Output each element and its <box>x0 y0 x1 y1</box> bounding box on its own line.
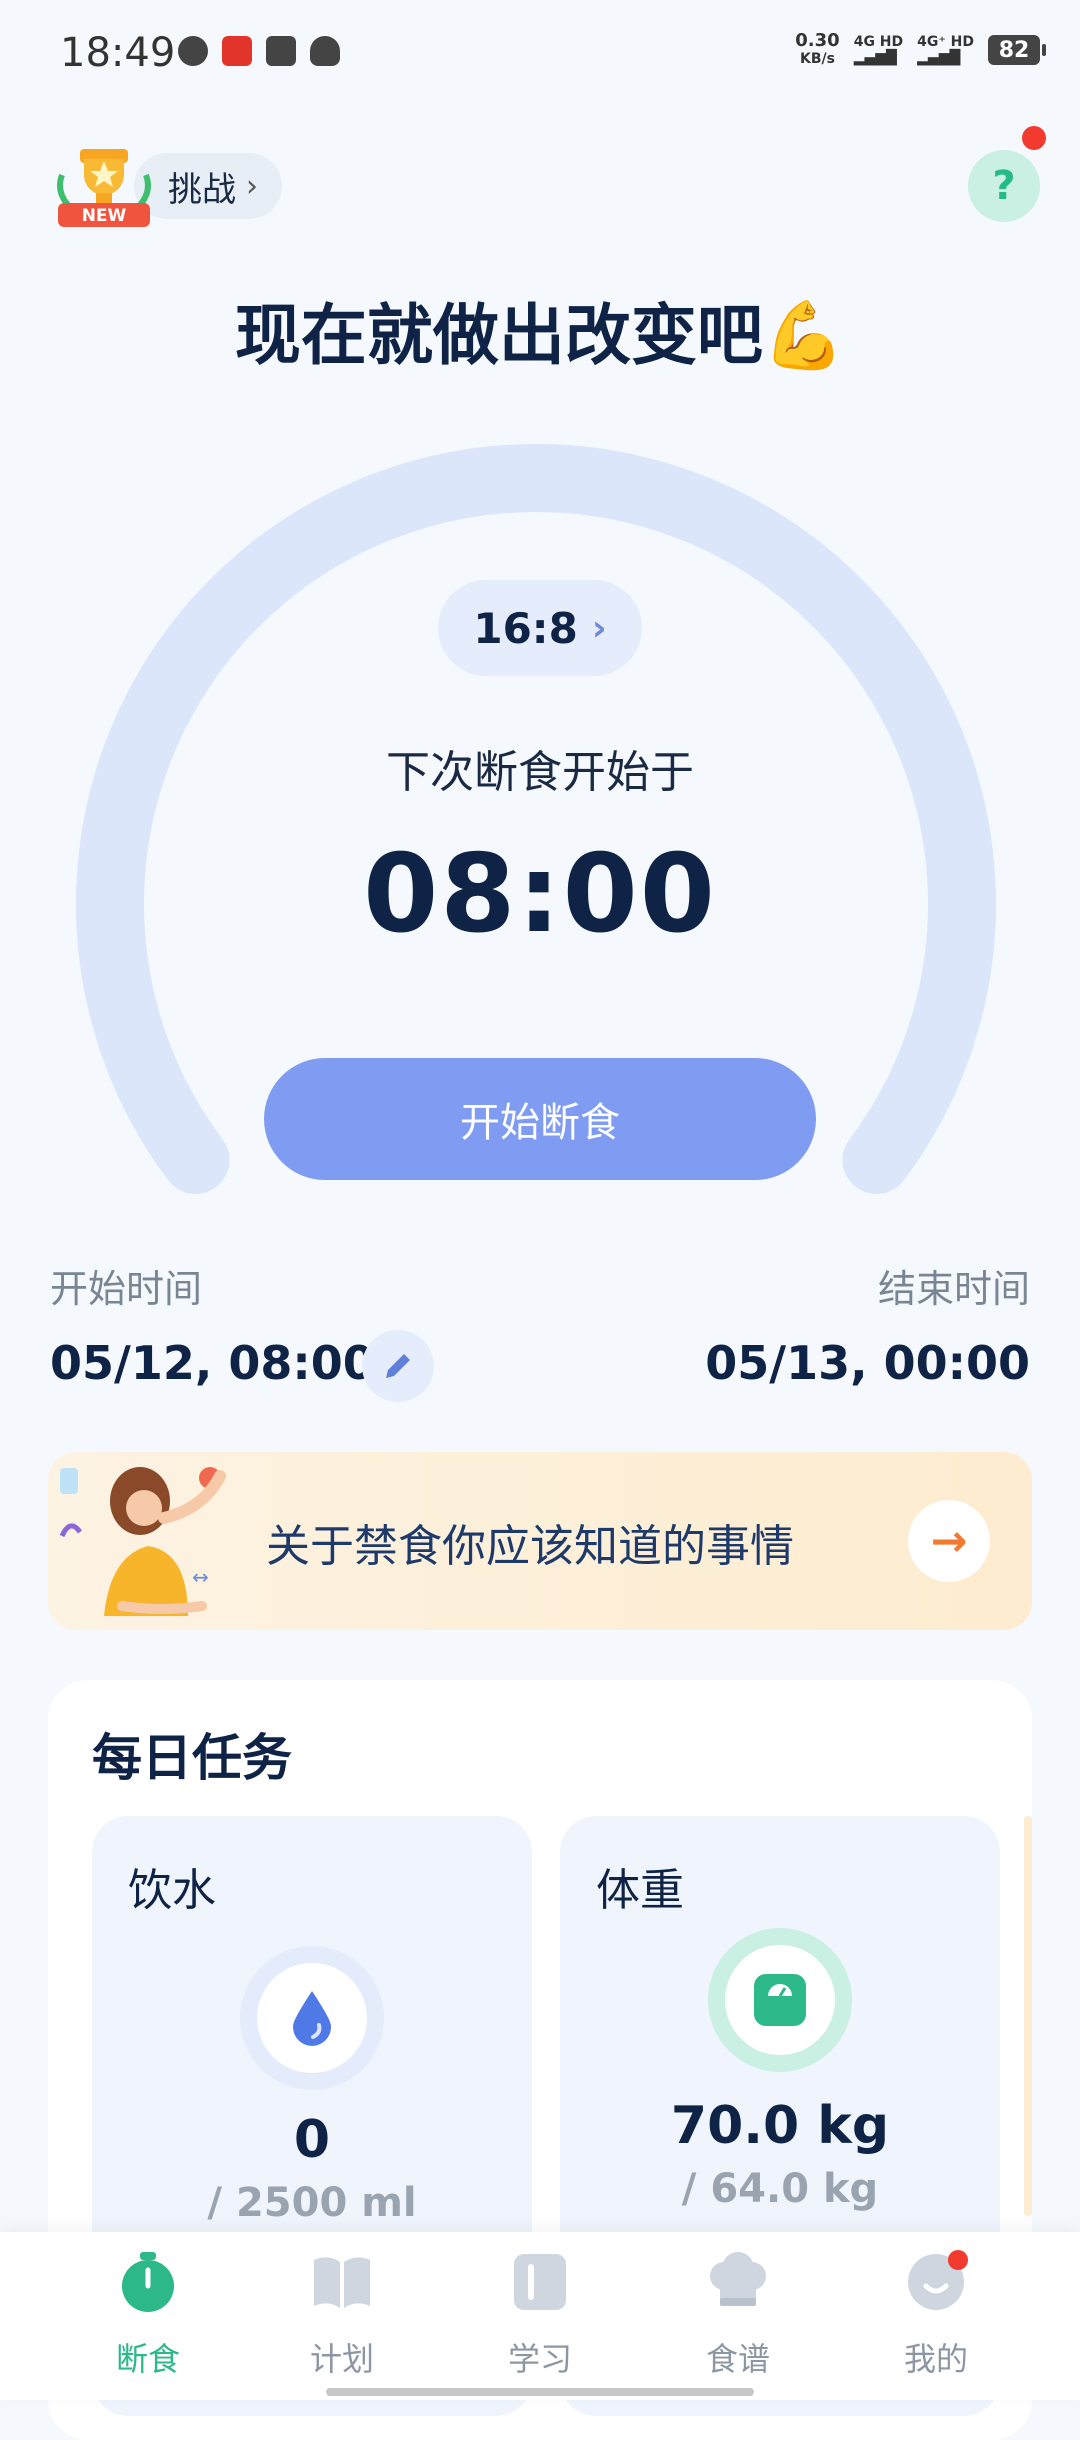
chef-hat-icon <box>706 2250 770 2314</box>
message-icon <box>178 36 208 66</box>
nav-item-fasting[interactable]: 断食 <box>40 2250 256 2380</box>
weather-icon <box>310 36 340 66</box>
system-indicators: 0.30 KB/s 4G HD ▂▄▆█ 4G⁺ HD ▂▄▆█ 82 <box>795 30 1046 68</box>
trophy-icon: NEW <box>54 145 154 227</box>
notification-icons <box>178 36 340 66</box>
nav-item-learn[interactable]: 学习 <box>432 2250 648 2380</box>
next-fast-time: 08:00 <box>363 832 717 957</box>
battery-icon: 82 <box>988 35 1046 65</box>
book-icon <box>310 2250 374 2314</box>
start-time-label: 开始时间 <box>50 1267 203 1311</box>
plan-ratio: 16:8 <box>473 603 578 653</box>
scale-icon <box>754 1974 806 2026</box>
water-drop-icon <box>293 1991 331 2046</box>
app-notification-icon <box>222 36 252 66</box>
water-ring <box>240 1946 384 2090</box>
nav-item-plan[interactable]: 计划 <box>234 2250 450 2380</box>
daily-tasks-title: 每日任务 <box>92 1729 292 1787</box>
notification-dot <box>1022 126 1046 150</box>
nav-label: 学习 <box>507 2340 572 2378</box>
home-indicator[interactable] <box>326 2388 754 2396</box>
water-target: / 2500 ml <box>207 2180 417 2226</box>
challenge-button[interactable]: NEW 挑战 › <box>54 149 282 227</box>
weight-ring <box>708 1928 852 2072</box>
chevron-right-icon: › <box>591 607 607 649</box>
new-badge: NEW <box>82 206 127 226</box>
page-headline: 现在就做出改变吧💪 <box>234 297 846 374</box>
stopwatch-icon <box>116 2250 180 2314</box>
start-fasting-button[interactable]: 开始断食 <box>264 1058 816 1180</box>
end-time-value: 05/13, 00:00 <box>705 1336 1030 1390</box>
weight-title: 体重 <box>596 1865 684 1916</box>
end-time-label: 结束时间 <box>877 1267 1030 1311</box>
nav-label: 计划 <box>309 2340 374 2378</box>
nav-label: 我的 <box>903 2340 968 2378</box>
arrow-right-icon[interactable]: → <box>908 1500 990 1582</box>
nav-label: 食谱 <box>705 2340 770 2378</box>
status-bar: 18:49 0.30 KB/s 4G HD ▂▄▆█ 4G⁺ HD ▂▄▆█ 82 <box>0 0 1080 110</box>
nav-item-me[interactable]: 我的 <box>828 2250 1044 2380</box>
signal-sim1-icon: 4G HD ▂▄▆█ <box>853 34 904 66</box>
nav-item-recipes[interactable]: 食谱 <box>630 2250 846 2380</box>
water-value: 0 <box>293 2110 331 2170</box>
chevron-right-icon: › <box>246 168 258 204</box>
pencil-icon <box>386 1354 410 1378</box>
plan-ratio-button[interactable]: 16:8 › <box>438 580 642 676</box>
next-card-peek <box>1024 1816 1032 2216</box>
help-button[interactable]: ? <box>968 150 1040 222</box>
network-speed: 0.30 KB/s <box>795 30 840 68</box>
challenge-chip[interactable]: 挑战 › <box>134 153 282 219</box>
start-time-value: 05/12, 08:00 <box>50 1336 375 1390</box>
woman-illustration: ↔ <box>59 1467 226 1616</box>
notebook-icon <box>508 2250 572 2314</box>
challenge-label: 挑战 <box>168 169 236 210</box>
nav-label: 断食 <box>115 2340 180 2378</box>
banner-text: 关于禁食你应该知道的事情 <box>266 1521 794 1572</box>
weight-value: 70.0 kg <box>670 2096 890 2156</box>
water-title: 饮水 <box>128 1865 216 1916</box>
svg-text:↔: ↔ <box>192 1565 209 1589</box>
weight-target: / 64.0 kg <box>681 2166 879 2212</box>
next-fast-label: 下次断食开始于 <box>386 747 694 798</box>
notification-dot <box>948 2250 968 2270</box>
signal-sim2-icon: 4G⁺ HD ▂▄▆█ <box>917 34 974 66</box>
bag-icon <box>266 36 296 66</box>
clock: 18:49 <box>60 30 176 76</box>
edit-start-time-button[interactable] <box>362 1330 434 1402</box>
